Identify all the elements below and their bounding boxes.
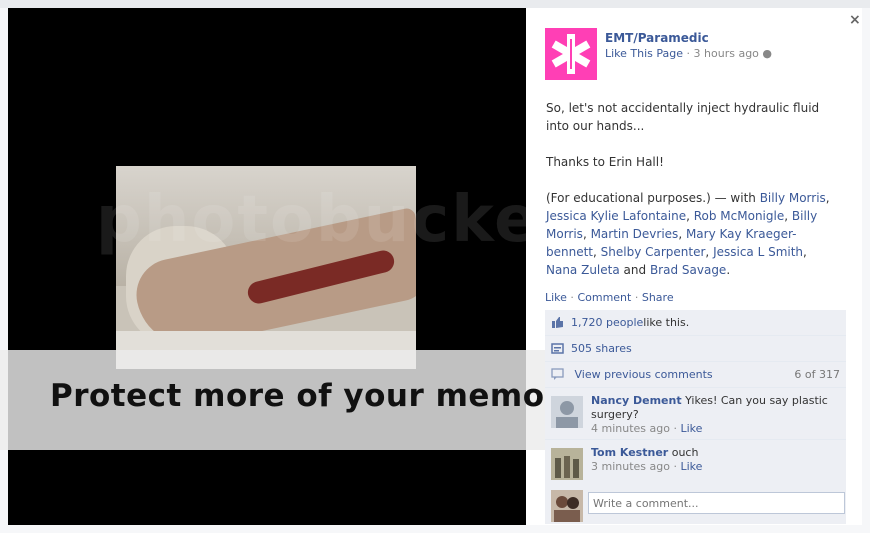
tagged-link[interactable]: Shelby Carpenter — [601, 245, 706, 259]
post-text: So, let's not accidentally inject hydrau… — [546, 99, 838, 297]
globe-icon: ● — [762, 47, 773, 60]
comment-body: Nancy Dement Yikes! Can you say plastic … — [591, 394, 841, 436]
likes-suffix: like this. — [643, 316, 690, 329]
feedback-box: 1,720 people like this. 505 shares View … — [545, 310, 846, 492]
page-name[interactable]: EMT/Paramedic — [605, 31, 709, 45]
comment-count: 6 of 317 — [794, 368, 840, 381]
view-previous-comments-link[interactable]: View previous comments — [575, 368, 713, 381]
star-of-life-icon — [551, 34, 591, 74]
post-end: . — [726, 263, 731, 277]
dot-separator: · — [686, 47, 694, 60]
post-line-3: (For educational purposes.) — with Billy… — [546, 191, 830, 277]
dot-separator: · — [566, 291, 578, 304]
write-comment-input[interactable] — [588, 492, 845, 514]
likes-row: 1,720 people like this. — [545, 310, 846, 336]
top-strip — [0, 0, 870, 8]
page-meta: Like This Page · 3 hours ago ● — [605, 47, 772, 60]
comment-icon — [551, 368, 564, 381]
avatar[interactable] — [551, 448, 583, 480]
likes-count-link[interactable]: 1,720 people — [571, 316, 643, 329]
share-action[interactable]: Share — [642, 291, 674, 304]
thumbs-up-icon — [552, 317, 563, 328]
post-time[interactable]: 3 hours ago — [694, 47, 759, 60]
comment-like-link[interactable]: Like — [680, 422, 702, 435]
comment-like-link[interactable]: Like — [680, 460, 702, 473]
view-previous-row: View previous comments 6 of 317 — [545, 362, 846, 388]
tagged-link[interactable]: Billy Morris — [760, 191, 826, 205]
comment-body: Tom Kestner ouch 3 minutes ago · Like — [591, 446, 841, 474]
comment-author[interactable]: Tom Kestner — [591, 446, 668, 459]
tagged-link[interactable]: Martin Devries — [591, 227, 679, 241]
shares-row: 505 shares — [545, 336, 846, 362]
comment-time[interactable]: 3 minutes ago — [591, 460, 670, 473]
tagged-link[interactable]: Brad Savage — [650, 263, 726, 277]
post-line-1: So, let's not accidentally inject hydrau… — [546, 101, 820, 133]
comment-item: Nancy Dement Yikes! Can you say plastic … — [545, 388, 846, 440]
tagged-link[interactable]: Jessica Kylie Lafontaine — [546, 209, 686, 223]
tagged-link[interactable]: Nana Zuleta — [546, 263, 620, 277]
comment-author[interactable]: Nancy Dement — [591, 394, 682, 407]
post-line-2: Thanks to Erin Hall! — [546, 155, 664, 169]
post-actions: Like · Comment · Share — [545, 291, 674, 304]
avatar — [551, 490, 583, 522]
dot-separator: · — [631, 291, 642, 304]
avatar[interactable] — [551, 396, 583, 428]
photobucket-logo-watermark: photobucket — [96, 183, 526, 257]
like-action[interactable]: Like — [545, 291, 567, 304]
close-icon[interactable]: × — [849, 12, 861, 28]
comment-text: ouch — [668, 446, 699, 459]
comment-meta: 3 minutes ago · Like — [591, 460, 703, 473]
tagged-link[interactable]: Rob McMonigle — [694, 209, 785, 223]
shares-link[interactable]: 505 shares — [571, 342, 632, 355]
tagged-link[interactable]: Jessica L Smith — [713, 245, 803, 259]
like-page-link[interactable]: Like This Page — [605, 47, 683, 60]
share-icon — [551, 343, 564, 354]
page-avatar[interactable] — [545, 28, 597, 80]
comment-time[interactable]: 4 minutes ago — [591, 422, 670, 435]
post-prefix: (For educational purposes.) — with — [546, 191, 760, 205]
and-text: and — [619, 263, 650, 277]
comment-action[interactable]: Comment — [577, 291, 631, 304]
photo-viewer-frame: photobucket Protect more of your memorie… — [0, 0, 870, 533]
comment-meta: 4 minutes ago · Like — [591, 422, 703, 435]
